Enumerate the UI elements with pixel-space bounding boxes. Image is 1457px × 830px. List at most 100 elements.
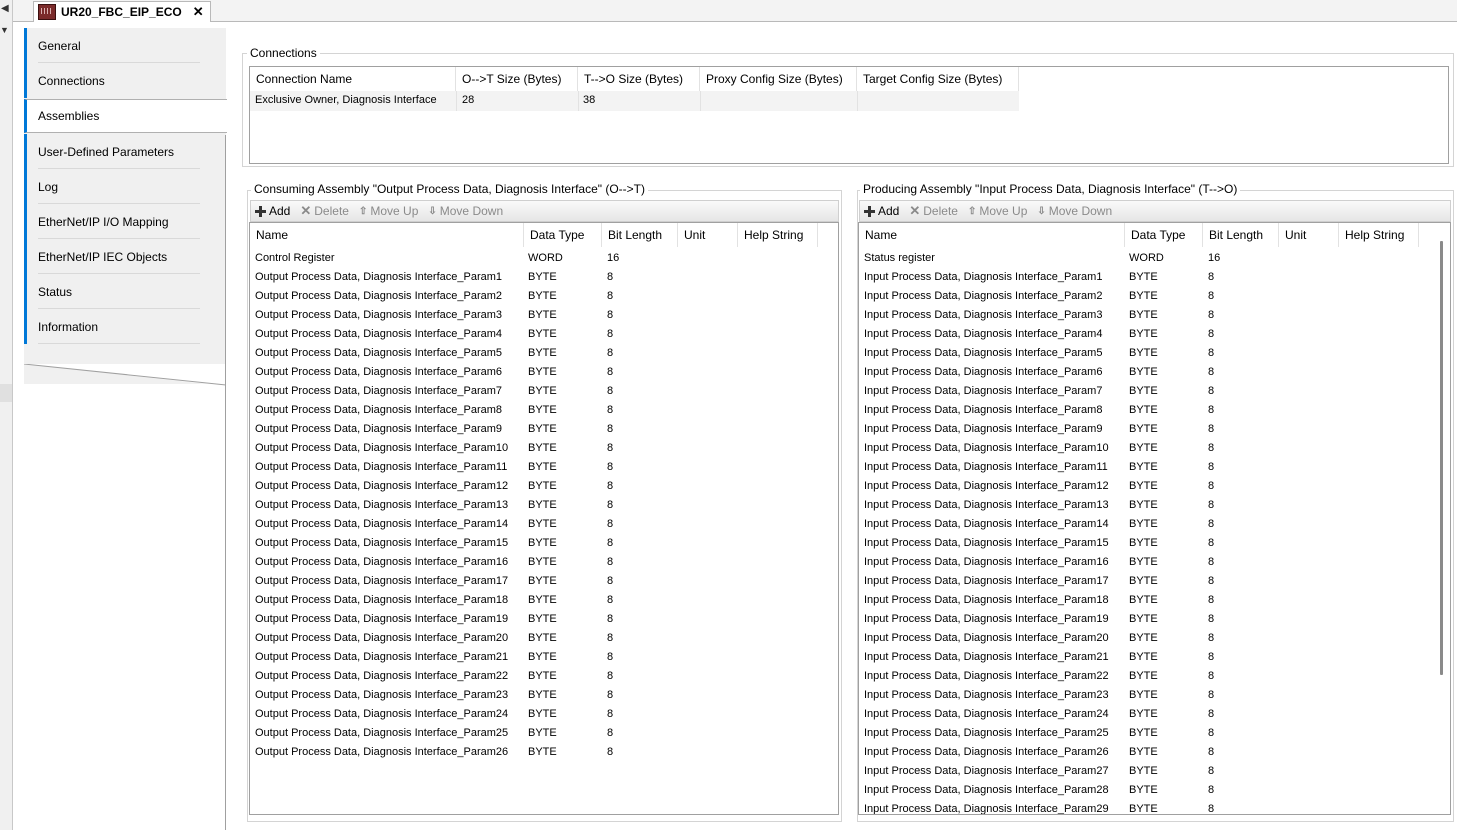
table-row[interactable]: Input Process Data, Diagnosis Interface_… <box>859 344 1450 363</box>
column-header[interactable]: Data Type <box>524 223 602 247</box>
table-row[interactable]: Input Process Data, Diagnosis Interface_… <box>859 515 1450 534</box>
table-row[interactable]: Output Process Data, Diagnosis Interface… <box>250 686 838 705</box>
sidebar-slope <box>24 364 226 386</box>
table-row[interactable]: Input Process Data, Diagnosis Interface_… <box>859 534 1450 553</box>
table-row[interactable]: Exclusive Owner, Diagnosis Interface 28 … <box>250 91 1019 111</box>
table-row[interactable]: Output Process Data, Diagnosis Interface… <box>250 344 838 363</box>
close-icon[interactable]: ✕ <box>193 4 204 20</box>
collapse-left-icon[interactable]: ◀ <box>1 3 9 14</box>
table-row[interactable]: Input Process Data, Diagnosis Interface_… <box>859 572 1450 591</box>
sidebar-item-information[interactable]: Information <box>24 309 226 344</box>
table-row[interactable]: Input Process Data, Diagnosis Interface_… <box>859 306 1450 325</box>
column-header[interactable]: Unit <box>1279 223 1339 247</box>
table-row[interactable]: Output Process Data, Diagnosis Interface… <box>250 534 838 553</box>
table-row[interactable]: Input Process Data, Diagnosis Interface_… <box>859 629 1450 648</box>
column-header[interactable]: Help String <box>1339 223 1419 247</box>
table-row[interactable]: Input Process Data, Diagnosis Interface_… <box>859 477 1450 496</box>
table-row[interactable]: Output Process Data, Diagnosis Interface… <box>250 382 838 401</box>
sidebar-item-connections[interactable]: Connections <box>24 63 226 98</box>
table-row[interactable]: Output Process Data, Diagnosis Interface… <box>250 648 838 667</box>
table-row[interactable]: Input Process Data, Diagnosis Interface_… <box>859 420 1450 439</box>
table-row[interactable]: Output Process Data, Diagnosis Interface… <box>250 515 838 534</box>
move-up-button[interactable]: ⇧ Move Up <box>355 204 424 218</box>
table-row[interactable]: Input Process Data, Diagnosis Interface_… <box>859 363 1450 382</box>
table-row[interactable]: Output Process Data, Diagnosis Interface… <box>250 743 838 762</box>
table-row[interactable]: Input Process Data, Diagnosis Interface_… <box>859 667 1450 686</box>
table-row[interactable]: Output Process Data, Diagnosis Interface… <box>250 268 838 287</box>
table-row[interactable]: Input Process Data, Diagnosis Interface_… <box>859 705 1450 724</box>
table-row[interactable]: Output Process Data, Diagnosis Interface… <box>250 724 838 743</box>
table-row[interactable]: Output Process Data, Diagnosis Interface… <box>250 667 838 686</box>
vertical-scrollbar[interactable] <box>1440 241 1443 675</box>
table-row[interactable]: Input Process Data, Diagnosis Interface_… <box>859 686 1450 705</box>
table-row[interactable]: Input Process Data, Diagnosis Interface_… <box>859 648 1450 667</box>
table-row[interactable]: Input Process Data, Diagnosis Interface_… <box>859 401 1450 420</box>
table-row[interactable]: Output Process Data, Diagnosis Interface… <box>250 306 838 325</box>
table-row[interactable]: Output Process Data, Diagnosis Interface… <box>250 477 838 496</box>
table-row[interactable]: Output Process Data, Diagnosis Interface… <box>250 325 838 344</box>
document-tab[interactable]: UR20_FBC_EIP_ECO ✕ <box>33 1 211 22</box>
table-row[interactable]: Input Process Data, Diagnosis Interface_… <box>859 458 1450 477</box>
column-header[interactable]: Connection Name <box>250 67 456 91</box>
table-row[interactable]: Input Process Data, Diagnosis Interface_… <box>859 325 1450 344</box>
column-header[interactable]: Proxy Config Size (Bytes) <box>700 67 857 91</box>
dropdown-arrow-icon[interactable]: ▼ <box>0 25 9 35</box>
table-row[interactable]: Output Process Data, Diagnosis Interface… <box>250 553 838 572</box>
move-down-button[interactable]: ⇩ Move Down <box>1033 204 1118 218</box>
table-row[interactable]: Input Process Data, Diagnosis Interface_… <box>859 553 1450 572</box>
table-row[interactable]: Input Process Data, Diagnosis Interface_… <box>859 743 1450 762</box>
connections-table[interactable]: Connection Name O-->T Size (Bytes) T-->O… <box>249 66 1449 164</box>
sidebar-item-ethernetip-iec-objects[interactable]: EtherNet/IP IEC Objects <box>24 239 226 274</box>
table-row[interactable]: Input Process Data, Diagnosis Interface_… <box>859 724 1450 743</box>
delete-button[interactable]: ✕ Delete <box>905 203 964 219</box>
table-row[interactable]: Input Process Data, Diagnosis Interface_… <box>859 287 1450 306</box>
consuming-assembly-table[interactable]: Name Data Type Bit Length Unit Help Stri… <box>249 222 839 815</box>
table-row[interactable]: Output Process Data, Diagnosis Interface… <box>250 401 838 420</box>
producing-assembly-table[interactable]: Name Data Type Bit Length Unit Help Stri… <box>858 222 1451 815</box>
table-row[interactable]: Output Process Data, Diagnosis Interface… <box>250 610 838 629</box>
sidebar-item-status[interactable]: Status <box>24 274 226 309</box>
table-row[interactable]: Control Register WORD 16 <box>250 249 838 268</box>
column-header[interactable]: Help String <box>738 223 818 247</box>
table-row[interactable]: Input Process Data, Diagnosis Interface_… <box>859 268 1450 287</box>
table-row[interactable]: Output Process Data, Diagnosis Interface… <box>250 439 838 458</box>
table-row[interactable]: Input Process Data, Diagnosis Interface_… <box>859 610 1450 629</box>
column-header[interactable]: T-->O Size (Bytes) <box>578 67 700 91</box>
column-header[interactable]: Target Config Size (Bytes) <box>857 67 1019 91</box>
column-header[interactable]: Bit Length <box>1203 223 1279 247</box>
table-row[interactable]: Input Process Data, Diagnosis Interface_… <box>859 781 1450 800</box>
move-down-button[interactable]: ⇩ Move Down <box>424 204 509 218</box>
column-header[interactable]: Name <box>250 223 524 247</box>
table-row[interactable]: Input Process Data, Diagnosis Interface_… <box>859 591 1450 610</box>
table-row[interactable]: Output Process Data, Diagnosis Interface… <box>250 591 838 610</box>
column-header[interactable]: Name <box>859 223 1125 247</box>
sidebar-item-ethernetip-io-mapping[interactable]: EtherNet/IP I/O Mapping <box>24 204 226 239</box>
table-row[interactable]: Output Process Data, Diagnosis Interface… <box>250 496 838 515</box>
delete-button[interactable]: ✕ Delete <box>296 203 355 219</box>
table-row[interactable]: Output Process Data, Diagnosis Interface… <box>250 572 838 591</box>
sidebar-item-user-defined-parameters[interactable]: User-Defined Parameters <box>24 134 226 169</box>
sidebar-item-log[interactable]: Log <box>24 169 226 204</box>
column-header[interactable]: Bit Length <box>602 223 678 247</box>
table-row[interactable]: Output Process Data, Diagnosis Interface… <box>250 287 838 306</box>
table-row[interactable]: Output Process Data, Diagnosis Interface… <box>250 363 838 382</box>
table-row[interactable]: Input Process Data, Diagnosis Interface_… <box>859 496 1450 515</box>
table-row[interactable]: Output Process Data, Diagnosis Interface… <box>250 458 838 477</box>
table-row[interactable]: Input Process Data, Diagnosis Interface_… <box>859 439 1450 458</box>
sidebar-item-general[interactable]: General <box>24 28 226 63</box>
table-row[interactable]: Input Process Data, Diagnosis Interface_… <box>859 382 1450 401</box>
column-header[interactable]: Data Type <box>1125 223 1203 247</box>
table-row[interactable]: Status register WORD 16 <box>859 249 1450 268</box>
table-row[interactable]: Output Process Data, Diagnosis Interface… <box>250 705 838 724</box>
column-header[interactable]: Unit <box>678 223 738 247</box>
add-button[interactable]: Add <box>860 204 905 218</box>
cell-data-type: BYTE <box>1129 328 1158 340</box>
move-up-button[interactable]: ⇧ Move Up <box>964 204 1033 218</box>
add-button[interactable]: Add <box>251 204 296 218</box>
table-row[interactable]: Input Process Data, Diagnosis Interface_… <box>859 800 1450 814</box>
table-row[interactable]: Output Process Data, Diagnosis Interface… <box>250 629 838 648</box>
column-header[interactable]: O-->T Size (Bytes) <box>456 67 578 91</box>
table-row[interactable]: Input Process Data, Diagnosis Interface_… <box>859 762 1450 781</box>
table-row[interactable]: Output Process Data, Diagnosis Interface… <box>250 420 838 439</box>
sidebar-item-assemblies[interactable]: Assemblies <box>24 99 227 133</box>
